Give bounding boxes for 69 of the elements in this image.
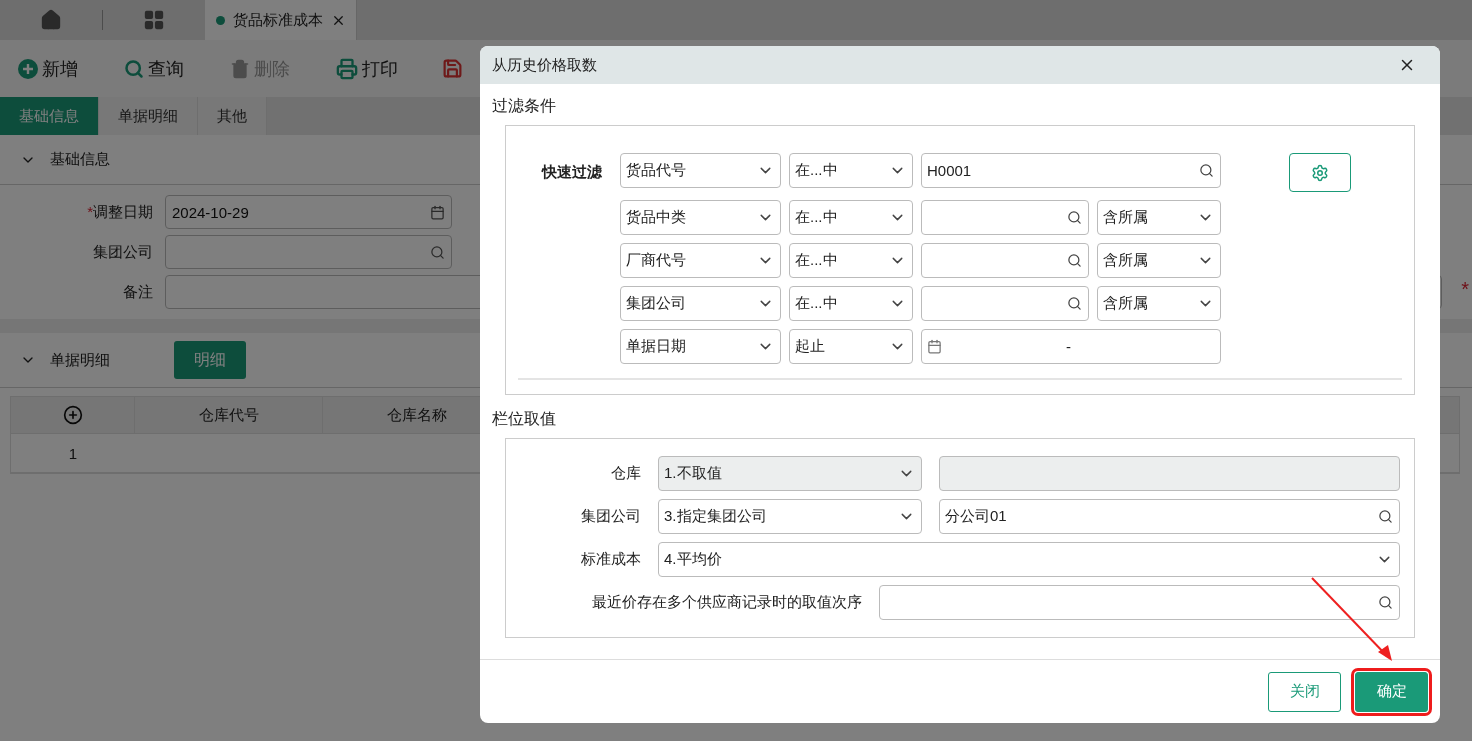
row-number: 1: [67, 443, 79, 464]
search-icon: [1378, 509, 1393, 524]
field-label: 仓库: [610, 464, 641, 483]
field-select[interactable]: 单据日期: [620, 329, 781, 364]
field-label: 集团公司: [580, 507, 641, 526]
search-icon: [1378, 595, 1393, 610]
calendar-icon: [927, 339, 942, 354]
section-title: 基础信息: [50, 150, 110, 169]
search-icon: [1067, 210, 1082, 225]
field-label: 集团公司: [93, 242, 153, 260]
settings-button[interactable]: [1289, 153, 1351, 192]
add-row-icon[interactable]: [62, 405, 83, 425]
scope-select[interactable]: 含所属: [1097, 200, 1221, 235]
section-title: 过滤条件: [491, 96, 557, 116]
field-select[interactable]: 货品代号: [620, 153, 781, 188]
field-label: 调整日期: [93, 202, 153, 220]
required-mark: *: [1461, 278, 1469, 301]
dialog-title: 从历史价格取数: [492, 55, 597, 75]
page-tab[interactable]: 其他: [198, 97, 267, 135]
calendar-icon: [430, 204, 445, 220]
close-button[interactable]: 关闭: [1268, 671, 1341, 712]
plus-circle-icon: [18, 58, 38, 79]
input-field[interactable]: [939, 456, 1400, 491]
section-title: 单据明细: [50, 350, 110, 370]
settings-icon: [1311, 163, 1329, 182]
page-tab[interactable]: 单据明细: [99, 97, 198, 135]
tab-label: 货品标准成本: [232, 10, 323, 30]
search-icon: [1067, 253, 1082, 268]
search-icon: [124, 58, 144, 79]
column-header: 仓库代号: [135, 397, 323, 433]
save-icon: [442, 58, 463, 79]
scope-select[interactable]: 含所属: [1097, 286, 1221, 321]
field-label: 最近价存在多个供应商记录时的取值次序: [591, 593, 862, 612]
operator-select[interactable]: 在...中: [789, 243, 913, 278]
toolbar-button[interactable]: 打印: [362, 56, 398, 81]
field-label: 标准成本: [580, 550, 641, 569]
toolbar-button[interactable]: 查询: [148, 56, 184, 81]
operator-select[interactable]: 在...中: [789, 200, 913, 235]
grid-icon: [142, 9, 165, 31]
filter-label: 快速过滤: [540, 162, 603, 182]
operator-select[interactable]: 起止: [789, 329, 913, 364]
field-select[interactable]: 厂商代号: [620, 243, 781, 278]
scope-select[interactable]: 含所属: [1097, 243, 1221, 278]
trash-icon: [230, 58, 250, 79]
value-select[interactable]: 4.平均价: [658, 542, 1400, 577]
required-mark: *: [87, 202, 93, 220]
printer-icon: [336, 57, 358, 80]
status-dot: [215, 15, 225, 25]
field-label: 备注: [123, 282, 153, 300]
input-field[interactable]: [165, 235, 452, 269]
value-select[interactable]: 3.指定集团公司: [658, 499, 922, 534]
search-icon: [430, 244, 445, 260]
date-field[interactable]: 2024-10-29: [165, 195, 452, 229]
search-field[interactable]: [921, 200, 1089, 235]
date-range-field[interactable]: -: [921, 329, 1221, 364]
search-field[interactable]: [921, 286, 1089, 321]
home-icon: [39, 9, 62, 31]
toolbar-button[interactable]: 新增: [42, 56, 78, 81]
search-icon: [1199, 163, 1214, 178]
app-tab[interactable]: 货品标准成本: [205, 0, 357, 40]
search-icon: [1067, 296, 1082, 311]
field-select[interactable]: 集团公司: [620, 286, 781, 321]
operator-select[interactable]: 在...中: [789, 153, 913, 188]
search-field[interactable]: [921, 243, 1089, 278]
field-select[interactable]: 货品中类: [620, 200, 781, 235]
search-field[interactable]: [879, 585, 1400, 620]
search-field[interactable]: H0001: [921, 153, 1221, 188]
search-field[interactable]: 分公司01: [939, 499, 1400, 534]
operator-select[interactable]: 在...中: [789, 286, 913, 321]
